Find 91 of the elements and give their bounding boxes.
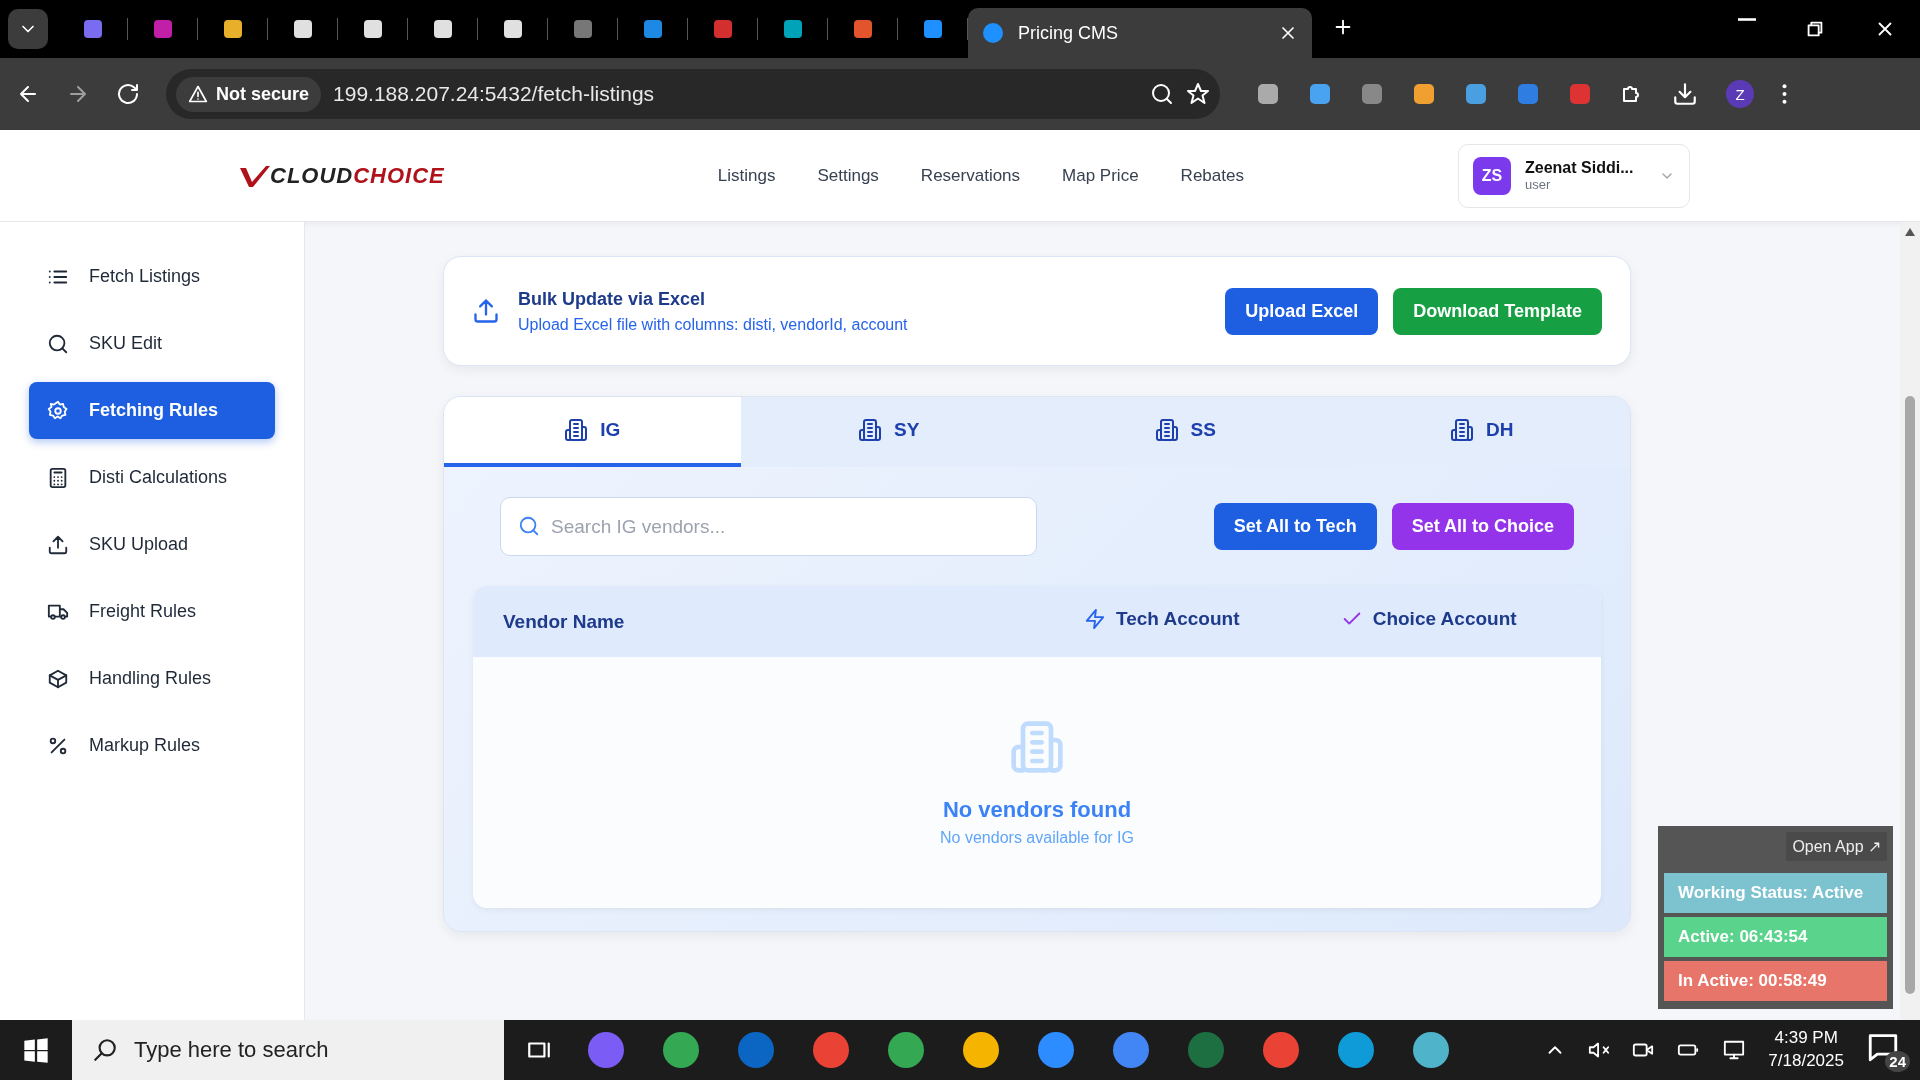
empty-state-title: No vendors found <box>941 796 1133 823</box>
profile-avatar[interactable]: Z <box>1726 80 1754 108</box>
tab-favicon-icon[interactable] <box>922 19 943 39</box>
column-header: Choice Account <box>1340 608 1517 630</box>
more-icon[interactable] <box>1782 84 1787 104</box>
status-row: In Active: 00:58:49 <box>1664 961 1887 1001</box>
sidebar-item[interactable]: Fetch Listings <box>29 248 275 305</box>
building-icon <box>1154 418 1179 442</box>
building-icon <box>858 418 883 442</box>
status-row: Working Status: Active <box>1664 873 1887 913</box>
nav-link[interactable]: Reservations <box>920 165 1021 186</box>
search-icon <box>47 332 69 355</box>
search-icon <box>92 1037 118 1063</box>
nav-link[interactable]: Map Price <box>1062 165 1139 186</box>
scroll-up-icon[interactable] <box>1905 228 1915 236</box>
address-bar[interactable]: Not secure 199.188.207.24:5432/fetch-listings <box>166 69 1220 119</box>
box-icon <box>47 667 69 690</box>
nav-link[interactable]: Settings <box>817 165 879 186</box>
scrollbar[interactable] <box>1900 222 1920 1020</box>
security-chip[interactable]: Not secure <box>176 76 322 112</box>
tab-favicon-icon[interactable] <box>502 19 523 39</box>
tab-favicon-icon[interactable] <box>432 19 453 39</box>
sidebar-item[interactable]: SKU Upload <box>29 516 275 573</box>
taskbar-app-icon[interactable] <box>810 1029 852 1071</box>
sidebar-item[interactable]: Freight Rules <box>29 583 275 640</box>
bulk-update-description: Upload Excel file with columns: disti, vendorId, account <box>518 315 908 334</box>
extension-icon[interactable] <box>1464 82 1488 106</box>
upload-icon <box>47 533 69 556</box>
taskbar-app-icon[interactable] <box>660 1029 702 1071</box>
cloudchoice-logo[interactable]: CLOUDCHOICE <box>240 162 445 189</box>
taskbar-app-icon[interactable] <box>585 1029 627 1071</box>
sidebar-item[interactable]: Disti Calculations <box>29 449 275 506</box>
open-app-button[interactable]: Open App ↗ <box>1786 832 1887 861</box>
reload-icon <box>116 82 140 106</box>
tab-favicon-icon[interactable] <box>292 19 313 39</box>
notification-count: 24 <box>1885 1051 1910 1072</box>
extension-icon[interactable] <box>1412 82 1436 106</box>
empty-state-message: No vendors available for IG <box>939 828 1135 847</box>
upload-excel-button[interactable]: Upload Excel <box>1225 287 1379 335</box>
lightning-icon <box>1084 608 1106 630</box>
sidebar-item[interactable]: SKU Edit <box>29 315 275 372</box>
tab-favicon-icon[interactable] <box>222 19 243 39</box>
distributor-tab[interactable]: DH <box>1333 397 1630 467</box>
taskbar-search-field[interactable]: Type here to search <box>72 1020 504 1080</box>
taskbar-app-icon[interactable] <box>1035 1029 1077 1071</box>
user-avatar: ZS <box>1473 156 1511 195</box>
taskbar-app-icon[interactable] <box>1410 1029 1452 1071</box>
warning-icon <box>188 84 208 104</box>
zoom-icon <box>1150 82 1174 106</box>
tab-favicon-icon[interactable] <box>782 19 803 39</box>
extension-icon[interactable] <box>1360 82 1384 106</box>
browser-tab[interactable]: Pricing CMS <box>968 8 1312 58</box>
status-row: Active: 06:43:54 <box>1664 917 1887 957</box>
distributor-tab[interactable]: SY <box>740 397 1037 467</box>
user-role: user <box>1525 177 1552 192</box>
building-icon <box>1450 418 1474 442</box>
windows-icon <box>22 1036 50 1064</box>
taskbar-app-icon[interactable] <box>1260 1029 1302 1071</box>
upload-icon <box>472 297 500 325</box>
taskbar-app-icon[interactable] <box>960 1029 1002 1071</box>
sidebar-item[interactable]: Handling Rules <box>29 650 275 707</box>
extension-icon[interactable] <box>1256 82 1280 106</box>
set-all-tech-button[interactable]: Set All to Tech <box>1213 503 1377 550</box>
search-field[interactable]: Search IG vendors... <box>500 497 1037 556</box>
taskbar-app-icon[interactable] <box>885 1029 927 1071</box>
taskbar-app-icon[interactable] <box>1335 1029 1377 1071</box>
building-icon <box>564 418 589 442</box>
settings-icon <box>47 399 69 422</box>
taskbar-app-icon[interactable] <box>1110 1029 1152 1071</box>
column-header: Tech Account <box>1084 608 1240 630</box>
taskbar-clock[interactable]: 4:39 PM 7/18/2025 <box>1768 1027 1844 1073</box>
nav-link[interactable]: Listings <box>717 165 776 186</box>
search-icon <box>518 515 540 537</box>
tab-favicon-icon[interactable] <box>362 19 383 39</box>
nav-link[interactable]: Rebates <box>1180 165 1244 186</box>
extension-icon[interactable] <box>1308 82 1332 106</box>
distributor-tab[interactable]: IG <box>444 397 741 467</box>
sidebar-item[interactable]: Fetching Rules <box>29 382 275 439</box>
user-name: Zeenat Siddi... <box>1525 159 1635 177</box>
user-menu[interactable]: ZS Zeenat Siddi... user <box>1458 143 1690 208</box>
distributor-tab[interactable]: SS <box>1037 397 1334 467</box>
calculator-icon <box>47 466 69 489</box>
star-icon <box>1186 82 1210 106</box>
building-icon <box>1009 718 1065 775</box>
set-all-choice-button[interactable]: Set All to Choice <box>1391 503 1574 550</box>
tab-favicon-icon <box>982 22 1004 44</box>
column-header: Vendor Name <box>503 610 625 633</box>
download-icon <box>1672 81 1698 107</box>
extension-icon[interactable] <box>1516 82 1540 106</box>
sidebar-item[interactable]: Markup Rules <box>29 717 275 774</box>
bulk-update-title: Bulk Update via Excel <box>518 288 707 310</box>
